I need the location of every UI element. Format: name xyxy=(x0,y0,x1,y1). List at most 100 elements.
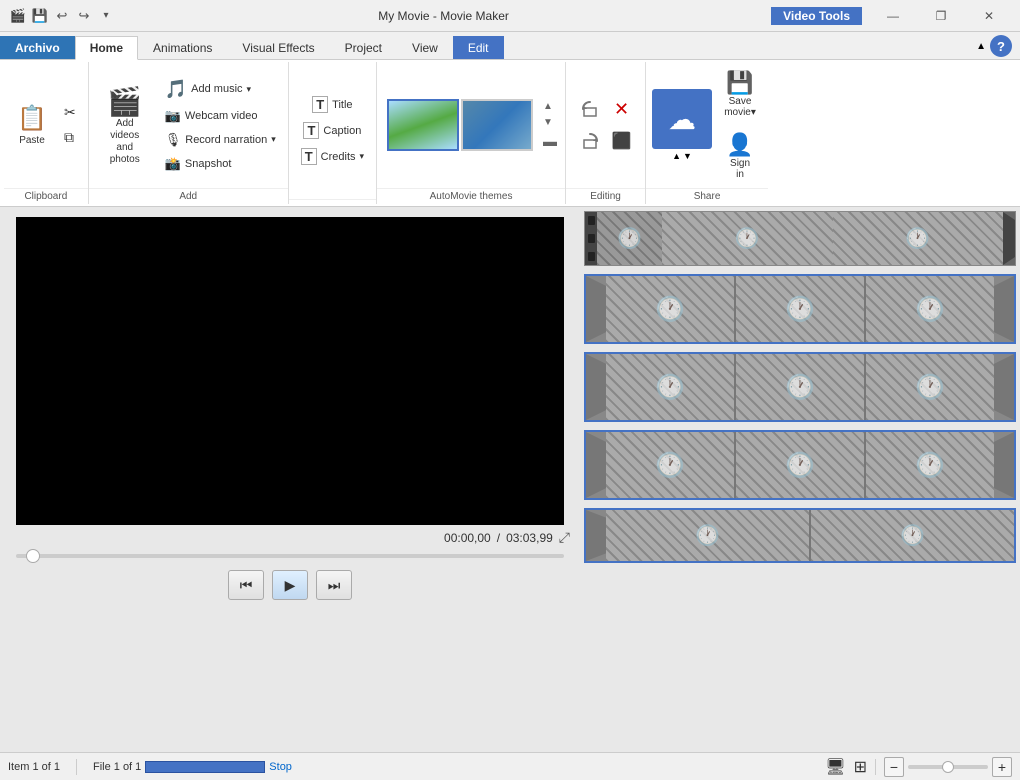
themes-scroll: ▲ ▼ ▬ xyxy=(541,99,559,151)
film-strip-0: 🕐 🕐 🕐 xyxy=(584,211,1016,266)
snapshot-button[interactable]: 📸 Snapshot xyxy=(159,153,282,175)
zoom-slider[interactable] xyxy=(908,765,988,769)
tab-edit[interactable]: Edit xyxy=(453,36,504,59)
film-strip-3: 🕐 🕐 🕐 xyxy=(584,430,1016,500)
minimize-button[interactable]: — xyxy=(870,4,916,28)
paste-button[interactable]: 📋 Paste xyxy=(10,100,54,150)
snapshot-icon: 📸 xyxy=(165,156,181,172)
zoom-thumb[interactable] xyxy=(942,761,954,773)
add-videos-button[interactable]: 🎬 Add videosand photos xyxy=(95,81,155,170)
copy-icon: ⧉ xyxy=(64,129,74,146)
help-scroll-up[interactable]: ▲ xyxy=(976,41,986,52)
share-scroll-up[interactable]: ▲ xyxy=(672,151,681,161)
ribbon-group-clipboard: 📋 Paste ✂ ⧉ Clipboard xyxy=(4,62,89,204)
seek-bar-container xyxy=(16,550,564,562)
record-narration-button[interactable]: 🎙 Record narration ▾ xyxy=(159,129,282,151)
ribbon-group-themes: ▲ ▼ ▬ AutoMovie themes xyxy=(377,62,566,204)
caption-button[interactable]: T Caption xyxy=(297,119,367,142)
seek-handle[interactable] xyxy=(26,549,40,563)
prev-frame-button[interactable]: ⏮ xyxy=(228,570,264,600)
theme-preview-1[interactable] xyxy=(387,99,459,151)
ribbon-group-share: ☁ ▲ ▼ 💾 Savemovie▾ 👤 Signin Share xyxy=(646,62,768,204)
add-videos-label: Add videosand photos xyxy=(101,118,149,166)
onedrive-button[interactable]: ☁ xyxy=(652,89,712,149)
cut-icon: ✂ xyxy=(64,104,76,121)
cut-button[interactable]: ✂ xyxy=(58,101,82,124)
tab-visual-effects[interactable]: Visual Effects xyxy=(227,36,329,59)
stop-button[interactable]: Stop xyxy=(269,761,292,773)
sign-in-label: Signin xyxy=(730,158,750,180)
undo-button[interactable]: ↩ xyxy=(52,6,72,26)
person-icon: 👤 xyxy=(726,132,753,158)
help-button[interactable]: ? xyxy=(990,35,1012,57)
app-icon: 🎬 xyxy=(8,6,28,26)
main-content: 00:00,00 / 03:03,99 ⤢ ⏮ ▶ ⏭ 🕐 xyxy=(0,207,1020,752)
quick-access-toolbar: 🎬 💾 ↩ ↪ ▾ xyxy=(8,6,116,26)
paste-icon: 📋 xyxy=(17,104,47,133)
title-bar: 🎬 💾 ↩ ↪ ▾ My Movie - Movie Maker Video T… xyxy=(0,0,1020,32)
item-info: Item 1 of 1 xyxy=(8,761,60,773)
add-label: Add xyxy=(89,188,288,204)
title-label: Title xyxy=(332,99,352,111)
ribbon-group-editing: ✕ ⬛ Editing xyxy=(566,62,646,204)
copy-button[interactable]: ⧉ xyxy=(58,126,82,149)
expand-button[interactable]: ⤢ xyxy=(559,529,570,546)
webcam-icon: 📷 xyxy=(165,108,181,124)
seek-bar[interactable] xyxy=(16,554,564,558)
snapshot-label: Snapshot xyxy=(185,158,231,170)
webcam-button[interactable]: 📷 Webcam video xyxy=(159,105,282,127)
share-scroll-down[interactable]: ▼ xyxy=(683,151,692,161)
ribbon-tabs: Archivo Home Animations Visual Effects P… xyxy=(0,32,1020,60)
tab-home[interactable]: Home xyxy=(75,36,138,60)
themes-scroll-down[interactable]: ▼ xyxy=(541,115,559,130)
customize-qa-button[interactable]: ▾ xyxy=(96,6,116,26)
video-screen xyxy=(16,217,564,525)
rotate-right-button[interactable] xyxy=(576,127,604,155)
time-separator: / xyxy=(497,531,500,545)
redo-button[interactable]: ↪ xyxy=(74,6,94,26)
microphone-icon: 🎙 xyxy=(165,132,182,148)
save-button[interactable]: 💾 xyxy=(30,6,50,26)
remove-button[interactable]: ✕ xyxy=(608,95,636,123)
rotate-left-button[interactable] xyxy=(576,95,604,123)
view-toggle[interactable]: ⊞ xyxy=(854,757,867,777)
themes-scroll-up[interactable]: ▲ xyxy=(541,99,559,114)
sign-in-button[interactable]: 👤 Signin xyxy=(718,128,762,184)
credits-button[interactable]: T Credits ▾ xyxy=(295,145,370,168)
themes-expand[interactable]: ▬ xyxy=(541,131,559,151)
status-separator-1 xyxy=(76,759,77,775)
share-label: Share xyxy=(646,188,768,204)
tab-view[interactable]: View xyxy=(397,36,453,59)
file-info-container: File 1 of 1 Stop xyxy=(93,761,292,773)
clipboard-label: Clipboard xyxy=(4,188,88,204)
progress-bar xyxy=(145,761,265,773)
zoom-in-button[interactable]: + xyxy=(992,757,1012,777)
play-button[interactable]: ▶ xyxy=(272,570,308,600)
maximize-button[interactable]: ❐ xyxy=(918,4,964,28)
editing-label: Editing xyxy=(566,188,645,204)
tab-animations[interactable]: Animations xyxy=(138,36,227,59)
zoom-out-button[interactable]: − xyxy=(884,757,904,777)
timeline-panel[interactable]: 🕐 🕐 🕐 🕐 🕐 🕐 xyxy=(580,207,1020,752)
tab-archivo[interactable]: Archivo xyxy=(0,36,75,59)
film-strip-2: 🕐 🕐 🕐 xyxy=(584,352,1016,422)
credits-icon: T xyxy=(301,148,317,165)
monitor-icon[interactable]: 🖥 xyxy=(825,757,845,777)
add-music-button[interactable]: 🎵 Add music ▾ xyxy=(159,76,282,103)
next-frame-button[interactable]: ⏭ xyxy=(316,570,352,600)
title-button[interactable]: T Title xyxy=(306,93,358,116)
status-right: 🖥 ⊞ − + xyxy=(825,757,1012,777)
ribbon-group-text: T Title T Caption T Credits ▾ xyxy=(289,62,377,204)
split-button[interactable]: ⬛ xyxy=(608,127,636,155)
add-music-arrow: ▾ xyxy=(247,84,252,95)
theme-preview-2[interactable] xyxy=(461,99,533,151)
save-movie-button[interactable]: 💾 Savemovie▾ xyxy=(718,66,762,122)
close-button[interactable]: ✕ xyxy=(966,4,1012,28)
credits-label: Credits xyxy=(321,151,356,163)
title-icon: T xyxy=(312,96,328,113)
credits-arrow: ▾ xyxy=(360,151,365,162)
webcam-label: Webcam video xyxy=(185,110,258,122)
tab-project[interactable]: Project xyxy=(330,36,397,59)
file-info: File 1 of 1 xyxy=(93,761,141,773)
record-narration-label: Record narration xyxy=(185,134,267,146)
